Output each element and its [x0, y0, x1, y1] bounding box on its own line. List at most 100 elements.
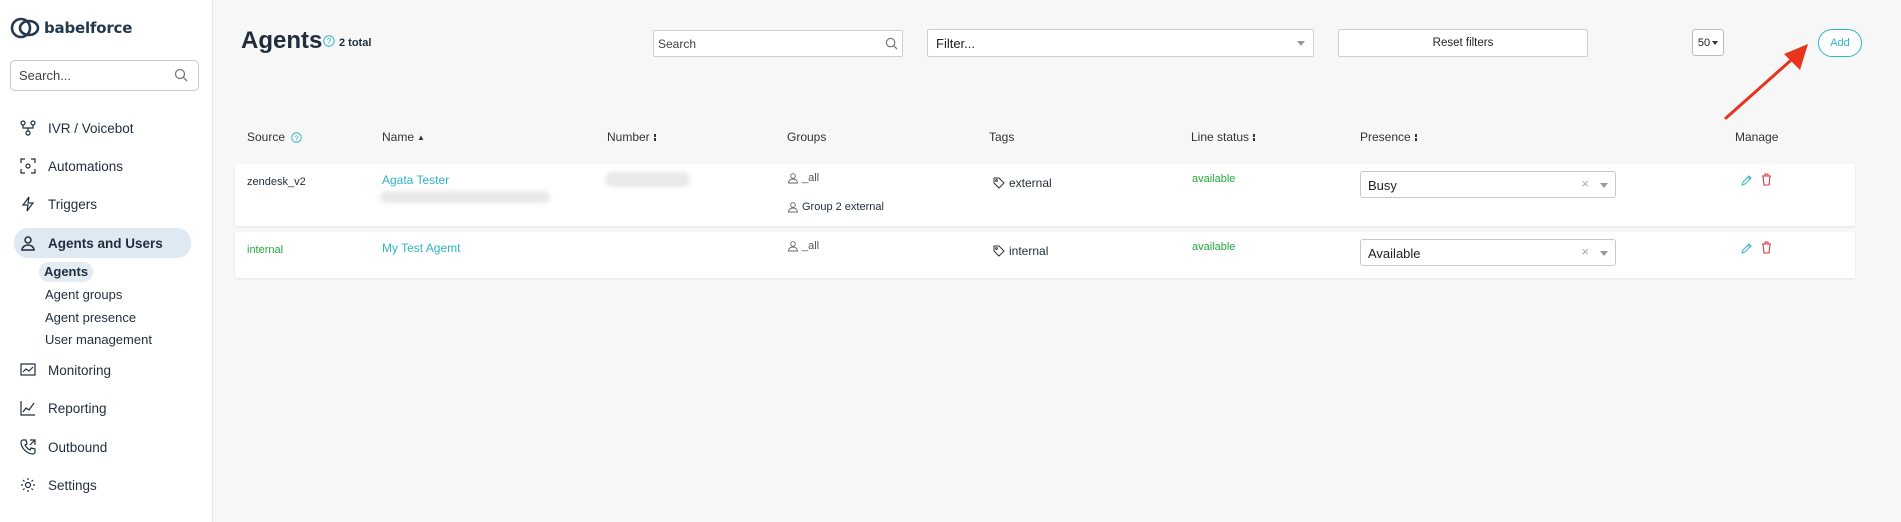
tag-icon: [993, 245, 1005, 257]
column-header-name[interactable]: Name ▲: [382, 130, 425, 144]
sidebar-subitem-agent-groups[interactable]: Agent groups: [40, 285, 127, 305]
agent-search-input[interactable]: [654, 31, 869, 56]
row-tag: external: [993, 176, 1052, 190]
search-icon[interactable]: [885, 37, 898, 50]
row-group: Group 2 external: [787, 201, 884, 213]
automation-icon: [20, 158, 36, 174]
reset-filters-button[interactable]: Reset filters: [1338, 29, 1588, 57]
monitor-chart-icon: [20, 363, 36, 376]
users-icon: [788, 173, 798, 184]
row-line-status: available: [1192, 241, 1236, 253]
column-header-groups: Groups: [787, 130, 826, 144]
column-label: Line status: [1191, 130, 1250, 144]
column-label: Number: [607, 130, 650, 144]
tag-label: internal: [1009, 244, 1049, 258]
sidebar-item-monitoring[interactable]: Monitoring: [14, 355, 191, 385]
caret-down-icon: [1712, 40, 1719, 45]
total-count: 2 total: [339, 37, 372, 49]
line-chart-icon: [20, 401, 35, 416]
column-label: Manage: [1735, 130, 1779, 144]
chevron-down-icon[interactable]: [1600, 183, 1608, 188]
clear-icon[interactable]: ×: [1581, 244, 1589, 259]
column-label: Name: [382, 130, 415, 144]
sidebar-item-label: Outbound: [48, 439, 108, 455]
table-row[interactable]: zendesk_v2 Agata Tester _all Group 2 ext…: [235, 164, 1855, 226]
sidebar-item-label: Automations: [48, 158, 124, 174]
delete-icon[interactable]: [1761, 173, 1772, 186]
sidebar-search[interactable]: [10, 60, 199, 91]
row-group: _all: [787, 240, 819, 252]
sidebar-item-label: Settings: [48, 477, 97, 493]
column-header-tags: Tags: [989, 130, 1014, 144]
filter-select[interactable]: Filter...: [927, 29, 1314, 57]
sidebar-item-label: Monitoring: [48, 362, 112, 378]
column-label: Tags: [989, 130, 1015, 144]
sort-icon: [1414, 133, 1417, 141]
help-icon[interactable]: ?: [291, 131, 302, 143]
brand-name: babelforce: [44, 19, 133, 37]
redacted-email: [380, 191, 550, 203]
chevron-down-icon[interactable]: [1600, 251, 1608, 256]
column-label: Groups: [787, 130, 827, 144]
column-header-line-status[interactable]: Line status: [1191, 130, 1256, 144]
column-header-number[interactable]: Number: [607, 130, 656, 144]
clear-icon[interactable]: ×: [1581, 176, 1589, 191]
brand-logo[interactable]: babelforce: [10, 14, 132, 42]
sidebar-subitem-agent-presence[interactable]: Agent presence: [40, 308, 141, 328]
sidebar-item-label: Triggers: [48, 196, 98, 212]
sort-ascending-icon: ▲: [417, 132, 425, 142]
row-tag: internal: [993, 244, 1048, 258]
tag-label: external: [1009, 176, 1052, 190]
help-icon[interactable]: ?: [323, 35, 335, 47]
babelforce-logo-icon: [10, 17, 40, 39]
svg-text:?: ?: [294, 133, 298, 142]
sidebar-item-settings[interactable]: Settings: [14, 470, 191, 500]
presence-value: Available: [1368, 246, 1421, 261]
table-row[interactable]: internal My Test Agemt _all internal ava…: [235, 232, 1855, 278]
phone-outgoing-icon: [20, 439, 36, 455]
annotation-arrow-icon: [1724, 44, 1808, 120]
row-source: internal: [247, 244, 284, 256]
sidebar-subitem-agents[interactable]: Agents: [39, 262, 94, 282]
tag-icon: [993, 177, 1005, 189]
sidebar-item-ivr[interactable]: IVR / Voicebot: [14, 113, 191, 143]
sidebar: babelforce IVR / Voicebot Automations Tr…: [0, 0, 213, 522]
sidebar-item-automations[interactable]: Automations: [14, 151, 191, 181]
sidebar-item-agents-and-users[interactable]: Agents and Users: [14, 228, 191, 258]
gear-icon: [21, 478, 35, 492]
column-label: Source: [247, 130, 286, 144]
sidebar-search-input[interactable]: [11, 61, 161, 90]
column-label: Presence: [1360, 130, 1411, 144]
presence-select[interactable]: Busy ×: [1360, 171, 1616, 198]
sidebar-item-outbound[interactable]: Outbound: [14, 432, 191, 462]
redacted-number: [605, 172, 690, 187]
sidebar-item-label: IVR / Voicebot: [48, 120, 134, 136]
presence-select[interactable]: Available ×: [1360, 239, 1616, 266]
flow-icon: [20, 120, 36, 136]
row-name-link[interactable]: My Test Agemt: [382, 241, 460, 255]
sidebar-subitem-user-management[interactable]: User management: [40, 330, 157, 350]
group-name: Group 2 external: [802, 201, 884, 213]
users-icon: [788, 241, 798, 252]
edit-icon[interactable]: [1741, 174, 1753, 186]
row-line-status: available: [1192, 173, 1236, 185]
column-header-manage: Manage: [1735, 130, 1778, 144]
group-name: _all: [802, 172, 820, 184]
group-name: _all: [802, 240, 820, 252]
agent-search[interactable]: [653, 30, 903, 57]
sidebar-item-triggers[interactable]: Triggers: [14, 189, 191, 219]
edit-icon[interactable]: [1741, 242, 1753, 254]
add-agent-button[interactable]: Add: [1818, 29, 1862, 57]
lightning-icon: [21, 196, 35, 212]
row-name-link[interactable]: Agata Tester: [382, 173, 449, 187]
search-icon[interactable]: [174, 68, 188, 82]
svg-text:?: ?: [327, 37, 332, 46]
delete-icon[interactable]: [1761, 241, 1772, 254]
page-size-value: 50: [1697, 36, 1711, 49]
column-header-source: Source ?: [247, 130, 302, 144]
sidebar-item-reporting[interactable]: Reporting: [14, 393, 191, 423]
column-header-presence[interactable]: Presence: [1360, 130, 1417, 144]
row-group: _all: [787, 172, 819, 184]
sort-icon: [653, 133, 656, 141]
chevron-down-icon: [1297, 41, 1305, 46]
